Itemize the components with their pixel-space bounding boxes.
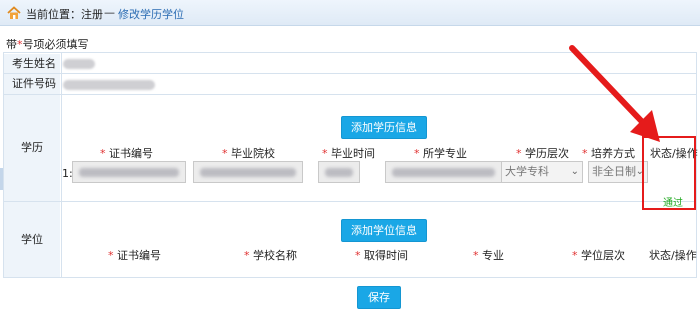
notice-prefix: 带 bbox=[6, 38, 17, 51]
id-label: 证件号码 bbox=[4, 74, 60, 94]
name-value bbox=[63, 59, 95, 69]
notice-suffix: 号项必须填写 bbox=[22, 38, 89, 51]
edu-col-school: * 毕业院校 bbox=[222, 147, 275, 160]
row-divider bbox=[4, 201, 696, 202]
breadcrumb-label: 当前位置：注册 bbox=[26, 8, 103, 21]
mode-select-value: 非全日制 bbox=[592, 165, 636, 178]
arrow-annotation-icon bbox=[569, 45, 660, 142]
degree-section-label: 学位 bbox=[4, 202, 60, 277]
required-notice: 带*号项必须填写 bbox=[6, 36, 89, 52]
deg-col-level: * 学位层次 bbox=[572, 249, 625, 262]
school-input[interactable] bbox=[193, 161, 303, 183]
name-label: 考生姓名 bbox=[4, 54, 60, 73]
deg-col-status: 状态/操作 bbox=[649, 249, 697, 262]
breadcrumb-separator: — bbox=[104, 6, 115, 19]
education-section-label: 学历 bbox=[4, 95, 60, 201]
chevron-down-icon: ⌄ bbox=[570, 166, 579, 177]
deg-col-cert-no: * 证书编号 bbox=[108, 249, 161, 262]
add-education-button[interactable]: 添加学历信息 bbox=[341, 116, 427, 139]
level-select[interactable]: 大学专科 ⌄ bbox=[501, 161, 583, 183]
major-input[interactable] bbox=[385, 161, 502, 183]
cert-no-input[interactable] bbox=[72, 161, 186, 183]
deg-col-school: * 学校名称 bbox=[244, 249, 297, 262]
grad-date-input[interactable] bbox=[318, 161, 360, 183]
breadcrumb-current[interactable]: 修改学历学位 bbox=[118, 6, 184, 22]
save-button[interactable]: 保存 bbox=[357, 286, 401, 309]
edu-col-major: * 所学专业 bbox=[414, 147, 467, 160]
id-value bbox=[63, 80, 155, 90]
home-icon[interactable] bbox=[6, 5, 22, 21]
level-select-value: 大学专科 bbox=[505, 165, 549, 178]
column-divider bbox=[61, 53, 62, 277]
deg-col-major: * 专业 bbox=[473, 249, 504, 262]
row-divider bbox=[4, 277, 696, 278]
mode-select[interactable]: 非全日制 ⌄ bbox=[588, 161, 648, 183]
add-degree-button[interactable]: 添加学位信息 bbox=[341, 219, 427, 242]
breadcrumb-bar: 当前位置：注册 — 修改学历学位 bbox=[0, 0, 700, 26]
edu-col-cert-no: * 证书编号 bbox=[100, 147, 153, 160]
deg-col-date: * 取得时间 bbox=[355, 249, 408, 262]
edu-col-grad-date: * 毕业时间 bbox=[322, 147, 375, 160]
